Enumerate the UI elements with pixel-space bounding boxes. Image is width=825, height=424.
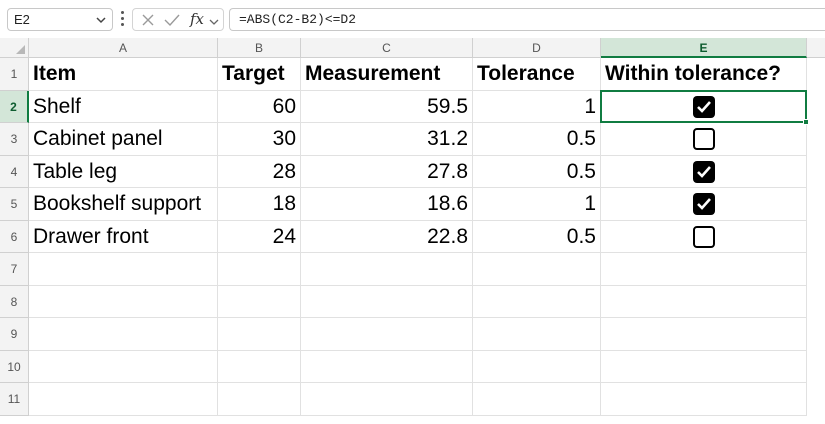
empty-cell[interactable] — [218, 285, 301, 318]
empty-cell[interactable] — [301, 350, 473, 383]
empty-cell[interactable] — [473, 253, 601, 286]
empty-cell[interactable] — [218, 350, 301, 383]
formula-bar-area: E2 fx =ABS(C2-B2)<=D2 — [0, 0, 825, 38]
within-tolerance-cell[interactable] — [601, 90, 807, 123]
empty-cell[interactable] — [601, 253, 807, 286]
measurement-cell[interactable]: 18.6 — [301, 188, 473, 221]
measurement-cell[interactable]: 22.8 — [301, 220, 473, 253]
empty-cell[interactable] — [601, 383, 807, 416]
formula-text: =ABS(C2-B2)<=D2 — [239, 12, 357, 27]
spreadsheet-grid: A B C D E 1 2 3 4 5 6 7 8 9 10 11 Item Target Measurement T… — [0, 38, 825, 424]
row-header-7[interactable]: 7 — [0, 253, 29, 286]
select-all-corner[interactable] — [0, 38, 29, 58]
tolerance-cell[interactable]: 0.5 — [473, 123, 601, 156]
tolerance-cell[interactable]: 1 — [473, 188, 601, 221]
tolerance-cell[interactable]: 0.5 — [473, 220, 601, 253]
column-header-b[interactable]: B — [218, 38, 301, 58]
empty-cell[interactable] — [473, 318, 601, 351]
name-box-value: E2 — [14, 12, 30, 27]
measurement-cell[interactable]: 27.8 — [301, 155, 473, 188]
measurement-cell[interactable]: 59.5 — [301, 90, 473, 123]
row-header-8[interactable]: 8 — [0, 285, 29, 318]
header-cell-d[interactable]: Tolerance — [473, 58, 601, 91]
checkbox-unchecked[interactable] — [693, 225, 715, 248]
item-cell[interactable]: Cabinet panel — [29, 123, 218, 156]
within-tolerance-cell[interactable] — [601, 220, 807, 253]
name-box[interactable]: E2 — [7, 8, 113, 31]
header-cell-e[interactable]: Within tolerance? — [601, 58, 807, 91]
empty-cell[interactable] — [218, 383, 301, 416]
column-header-e[interactable]: E — [601, 38, 807, 58]
empty-cell[interactable] — [601, 318, 807, 351]
insert-function-button[interactable]: fx — [190, 10, 204, 28]
row-header-3[interactable]: 3 — [0, 123, 29, 156]
header-cell-b[interactable]: Target — [218, 58, 301, 91]
check-icon — [697, 165, 711, 178]
empty-cell[interactable] — [301, 253, 473, 286]
empty-cell[interactable] — [29, 350, 218, 383]
empty-cell[interactable] — [301, 318, 473, 351]
row-header-10[interactable]: 10 — [0, 350, 29, 383]
enter-check-icon[interactable] — [163, 12, 181, 33]
formula-input[interactable]: =ABS(C2-B2)<=D2 — [229, 8, 825, 31]
empty-cell[interactable] — [601, 285, 807, 318]
measurement-cell[interactable]: 31.2 — [301, 123, 473, 156]
empty-cell[interactable] — [29, 285, 218, 318]
checkbox-checked[interactable] — [693, 193, 715, 216]
empty-cell[interactable] — [473, 383, 601, 416]
empty-cell[interactable] — [218, 318, 301, 351]
row-header-5[interactable]: 5 — [0, 188, 29, 221]
check-icon — [697, 100, 711, 113]
item-cell[interactable]: Drawer front — [29, 220, 218, 253]
checkbox-checked[interactable] — [693, 95, 715, 118]
empty-cell[interactable] — [29, 383, 218, 416]
fill-handle[interactable] — [803, 119, 809, 125]
chevron-down-icon[interactable] — [209, 14, 219, 32]
chevron-down-icon[interactable] — [95, 13, 107, 31]
target-cell[interactable]: 18 — [218, 188, 301, 221]
column-header-a[interactable]: A — [29, 38, 218, 58]
target-cell[interactable]: 60 — [218, 90, 301, 123]
column-header-d[interactable]: D — [473, 38, 601, 58]
within-tolerance-cell[interactable] — [601, 155, 807, 188]
within-tolerance-cell[interactable] — [601, 123, 807, 156]
header-cell-a[interactable]: Item — [29, 58, 218, 91]
target-cell[interactable]: 28 — [218, 155, 301, 188]
select-all-icon — [16, 45, 25, 54]
empty-cell[interactable] — [29, 318, 218, 351]
empty-cell[interactable] — [218, 253, 301, 286]
formula-buttons: fx — [132, 8, 224, 31]
column-header-filler — [807, 38, 825, 58]
empty-cell[interactable] — [473, 350, 601, 383]
empty-cell[interactable] — [473, 285, 601, 318]
empty-cell[interactable] — [29, 253, 218, 286]
column-header-c[interactable]: C — [301, 38, 473, 58]
checkbox-checked[interactable] — [693, 160, 715, 183]
empty-cell[interactable] — [301, 383, 473, 416]
item-cell[interactable]: Table leg — [29, 155, 218, 188]
row-header-2[interactable]: 2 — [0, 90, 29, 123]
row-header-1[interactable]: 1 — [0, 58, 29, 91]
more-options-icon[interactable] — [121, 11, 124, 26]
check-icon — [697, 198, 711, 211]
within-tolerance-cell[interactable] — [601, 188, 807, 221]
target-cell[interactable]: 24 — [218, 220, 301, 253]
empty-cell[interactable] — [301, 285, 473, 318]
row-header-9[interactable]: 9 — [0, 318, 29, 351]
row-header-11[interactable]: 11 — [0, 383, 29, 416]
tolerance-cell[interactable]: 0.5 — [473, 155, 601, 188]
target-cell[interactable]: 30 — [218, 123, 301, 156]
cancel-icon[interactable] — [140, 12, 156, 33]
header-cell-c[interactable]: Measurement — [301, 58, 473, 91]
checkbox-unchecked[interactable] — [693, 128, 715, 151]
item-cell[interactable]: Bookshelf support — [29, 188, 218, 221]
tolerance-cell[interactable]: 1 — [473, 90, 601, 123]
empty-cell[interactable] — [601, 350, 807, 383]
item-cell[interactable]: Shelf — [29, 90, 218, 123]
row-header-4[interactable]: 4 — [0, 155, 29, 188]
row-header-6[interactable]: 6 — [0, 220, 29, 253]
